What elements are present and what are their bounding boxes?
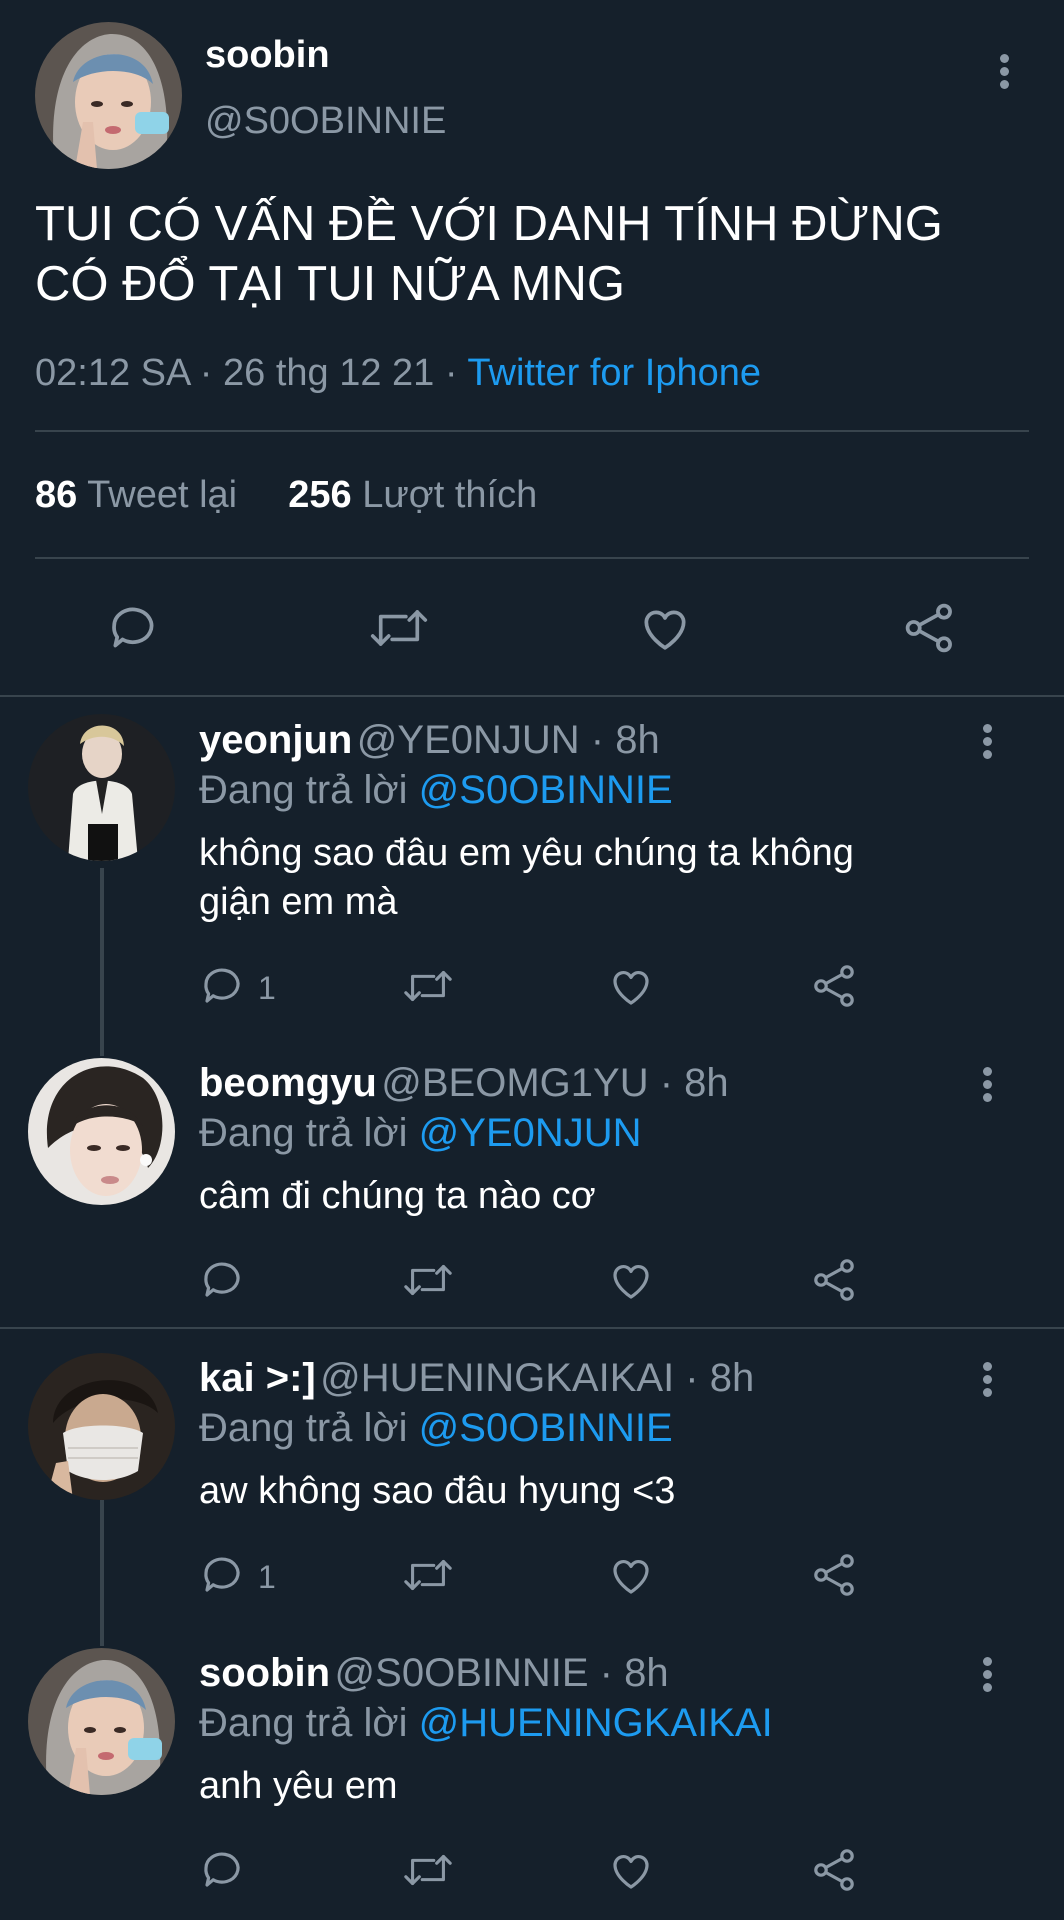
reply-icon[interactable] <box>106 600 162 656</box>
tweet-stats: 86 Tweet lại 256 Lượt thích <box>35 474 537 517</box>
like-count[interactable]: 256 <box>288 474 351 516</box>
divider <box>0 695 1064 697</box>
reply-author-handle[interactable]: @S0OBINNIE · 8h <box>335 1651 669 1695</box>
tweet-timestamp: 02:12 SA · 26 thg 12 21 · <box>35 352 458 394</box>
replying-to-handle[interactable]: @S0OBINNIE <box>419 1406 673 1450</box>
replying-to-handle[interactable]: @S0OBINNIE <box>419 768 673 812</box>
reply-header: yeonjun @YE0NJUN · 8h <box>199 718 660 763</box>
retweet-icon[interactable] <box>367 600 431 656</box>
share-icon[interactable] <box>811 1846 859 1894</box>
share-icon[interactable] <box>811 962 859 1010</box>
reply-author-name[interactable]: kai >:] <box>199 1356 316 1400</box>
tweet-meta: 02:12 SA · 26 thg 12 21 · Twitter for Ip… <box>35 352 761 395</box>
retweet-icon[interactable] <box>401 962 455 1010</box>
main-avatar[interactable] <box>35 22 182 169</box>
replying-to: Đang trả lời @YE0NJUN <box>199 1111 642 1156</box>
replying-to: Đang trả lời @HUENINGKAIKAI <box>199 1701 773 1746</box>
like-icon[interactable] <box>606 962 656 1010</box>
reply-icon[interactable] <box>199 1846 247 1894</box>
divider <box>0 1327 1064 1329</box>
retweet-icon[interactable] <box>401 1256 455 1304</box>
tweet-text-line-1: TUI CÓ VẤN ĐỀ VỚI DANH TÍNH ĐỪNG <box>35 197 943 251</box>
share-icon[interactable] <box>811 1256 859 1304</box>
reply-text-line-1: aw không sao đâu hyung <3 <box>199 1470 676 1512</box>
reply-icon[interactable] <box>199 1551 247 1599</box>
divider <box>35 430 1029 432</box>
like-label[interactable]: Lượt thích <box>362 474 537 516</box>
reply-avatar-kai[interactable] <box>28 1353 175 1500</box>
reply-author-name[interactable]: soobin <box>199 1651 330 1695</box>
more-icon[interactable] <box>981 1362 993 1401</box>
replying-to-handle[interactable]: @HUENINGKAIKAI <box>419 1701 773 1745</box>
like-icon[interactable] <box>606 1551 656 1599</box>
divider <box>35 557 1029 559</box>
reply-avatar-beomgyu[interactable] <box>28 1058 175 1205</box>
reply-icon[interactable] <box>199 962 247 1010</box>
thread-line <box>100 1500 104 1646</box>
reply-author-handle[interactable]: @YE0NJUN · 8h <box>357 718 660 762</box>
reply-text-line-1: không sao đâu em yêu chúng ta không <box>199 832 854 874</box>
reply-text-line-1: anh yêu em <box>199 1765 398 1807</box>
like-icon[interactable] <box>636 600 694 656</box>
retweet-icon[interactable] <box>401 1846 455 1894</box>
retweet-label[interactable]: Tweet lại <box>87 474 237 516</box>
tweet-source-link[interactable]: Twitter for Iphone <box>467 352 761 394</box>
replying-to-handle[interactable]: @YE0NJUN <box>419 1111 642 1155</box>
like-icon[interactable] <box>606 1846 656 1894</box>
reply-author-name[interactable]: yeonjun <box>199 718 352 762</box>
reply-header: kai >:] @HUENINGKAIKAI · 8h <box>199 1356 754 1401</box>
replying-label: Đang trả lời <box>199 1701 408 1745</box>
tweet-text-line-2: CÓ ĐỔ TẠI TUI NỮA MNG <box>35 257 625 311</box>
more-icon[interactable] <box>998 54 1010 93</box>
thread-line <box>100 868 104 1056</box>
main-author-handle[interactable]: @S0OBINNIE <box>205 100 446 143</box>
reply-icon[interactable] <box>199 1256 247 1304</box>
replying-label: Đang trả lời <box>199 1111 408 1155</box>
more-icon[interactable] <box>981 1067 993 1106</box>
replying-label: Đang trả lời <box>199 1406 408 1450</box>
reply-count: 1 <box>258 970 276 1006</box>
replying-to: Đang trả lời @S0OBINNIE <box>199 768 673 813</box>
reply-header: soobin @S0OBINNIE · 8h <box>199 1651 669 1696</box>
more-icon[interactable] <box>981 724 993 763</box>
retweet-count[interactable]: 86 <box>35 474 77 516</box>
reply-author-name[interactable]: beomgyu <box>199 1061 377 1105</box>
reply-header: beomgyu @BEOMG1YU · 8h <box>199 1061 729 1106</box>
share-icon[interactable] <box>811 1551 859 1599</box>
more-icon[interactable] <box>981 1657 993 1696</box>
reply-text-line-2: giận em mà <box>199 881 398 923</box>
main-author-name[interactable]: soobin <box>205 34 330 77</box>
reply-avatar-yeonjun[interactable] <box>28 714 175 861</box>
reply-avatar-soobin[interactable] <box>28 1648 175 1795</box>
reply-author-handle[interactable]: @BEOMG1YU · 8h <box>381 1061 728 1105</box>
share-icon[interactable] <box>902 600 958 656</box>
replying-label: Đang trả lời <box>199 768 408 812</box>
reply-text-line-1: câm đi chúng ta nào cơ <box>199 1175 596 1217</box>
replying-to: Đang trả lời @S0OBINNIE <box>199 1406 673 1451</box>
like-icon[interactable] <box>606 1256 656 1304</box>
reply-author-handle[interactable]: @HUENINGKAIKAI · 8h <box>320 1356 754 1400</box>
reply-count: 1 <box>258 1559 276 1595</box>
retweet-icon[interactable] <box>401 1551 455 1599</box>
